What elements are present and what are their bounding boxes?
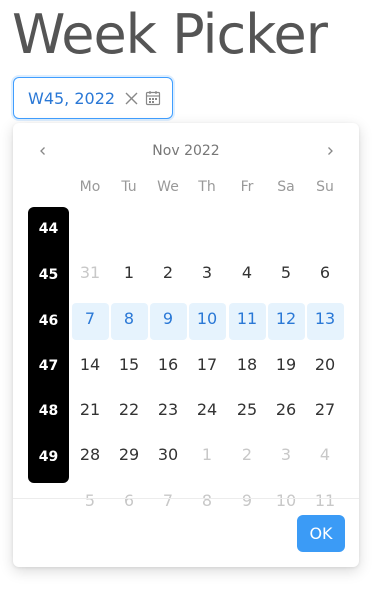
day-cell[interactable]: 5 [267, 263, 305, 282]
day-cell[interactable]: 22 [110, 400, 148, 419]
weekday-label: We [157, 179, 179, 195]
day-cell[interactable]: 5 [71, 491, 109, 510]
day-cell[interactable]: 3 [267, 445, 305, 464]
weekday-label: Su [316, 179, 334, 195]
day-cell[interactable]: 2 [149, 263, 187, 282]
week-number[interactable]: 45 [28, 267, 69, 283]
day-cell[interactable]: 11 [228, 309, 266, 328]
chevron-right-icon[interactable] [320, 141, 340, 161]
day-cell[interactable]: 1 [110, 263, 148, 282]
day-cell[interactable]: 21 [71, 400, 109, 419]
day-cell[interactable]: 2 [228, 445, 266, 464]
day-cell[interactable]: 9 [149, 309, 187, 328]
close-icon[interactable] [122, 89, 140, 107]
day-cell[interactable]: 30 [149, 445, 187, 464]
day-cell[interactable]: 10 [188, 309, 226, 328]
weekday-header: Mo Tu We Th Fr Sa Su [13, 179, 359, 201]
day-cell[interactable]: 29 [110, 445, 148, 464]
day-cell[interactable]: 25 [228, 400, 266, 419]
day-cell[interactable]: 24 [188, 400, 226, 419]
day-cell[interactable]: 8 [188, 491, 226, 510]
day-cell[interactable]: 26 [267, 400, 305, 419]
week-number[interactable]: 49 [28, 449, 69, 465]
week-number[interactable]: 47 [28, 358, 69, 374]
weekday-label: Tu [121, 179, 137, 195]
calendar-header: Nov 2022 [13, 123, 359, 181]
day-cell[interactable]: 7 [71, 309, 109, 328]
day-cell[interactable]: 31 [71, 263, 109, 282]
calendar-icon[interactable] [144, 89, 162, 107]
week-number-column: 44 45 46 47 48 49 [28, 207, 69, 483]
weekday-label: Th [198, 179, 216, 195]
day-cell[interactable]: 23 [149, 400, 187, 419]
ok-button[interactable]: OK [297, 515, 345, 552]
day-cell[interactable]: 18 [228, 355, 266, 374]
day-cell[interactable]: 28 [71, 445, 109, 464]
day-cell[interactable]: 13 [306, 309, 344, 328]
day-cell[interactable]: 19 [267, 355, 305, 374]
weekday-label: Fr [240, 179, 254, 195]
day-cell[interactable]: 16 [149, 355, 187, 374]
day-cell[interactable]: 8 [110, 309, 148, 328]
week-number[interactable]: 48 [28, 403, 69, 419]
month-label[interactable]: Nov 2022 [13, 143, 359, 159]
week-input-value: W45, 2022 [28, 88, 116, 108]
weekday-label: Sa [277, 179, 295, 195]
week-picker-popup: Nov 2022 Mo Tu We Th Fr Sa Su 44 45 46 47 48 49 31 1… [13, 123, 359, 567]
day-cell[interactable]: 6 [306, 263, 344, 282]
day-cell[interactable]: 4 [228, 263, 266, 282]
day-cell[interactable]: 6 [110, 491, 148, 510]
day-cell[interactable]: 11 [306, 491, 344, 510]
week-number[interactable]: 44 [28, 221, 69, 237]
weekday-label: Mo [79, 179, 101, 195]
day-cell[interactable]: 17 [188, 355, 226, 374]
day-cell[interactable]: 4 [306, 445, 344, 464]
week-input[interactable]: W45, 2022 [13, 77, 173, 119]
day-cell[interactable]: 7 [149, 491, 187, 510]
page-title: Week Picker [12, 3, 328, 66]
day-cell[interactable]: 20 [306, 355, 344, 374]
day-cell[interactable]: 15 [110, 355, 148, 374]
footer-divider [13, 498, 359, 499]
day-cell[interactable]: 1 [188, 445, 226, 464]
day-cell[interactable]: 12 [267, 309, 305, 328]
day-cell[interactable]: 14 [71, 355, 109, 374]
day-cell[interactable]: 27 [306, 400, 344, 419]
week-number[interactable]: 46 [28, 313, 69, 329]
day-cell[interactable]: 3 [188, 263, 226, 282]
day-cell[interactable]: 9 [228, 491, 266, 510]
day-cell[interactable]: 10 [267, 491, 305, 510]
